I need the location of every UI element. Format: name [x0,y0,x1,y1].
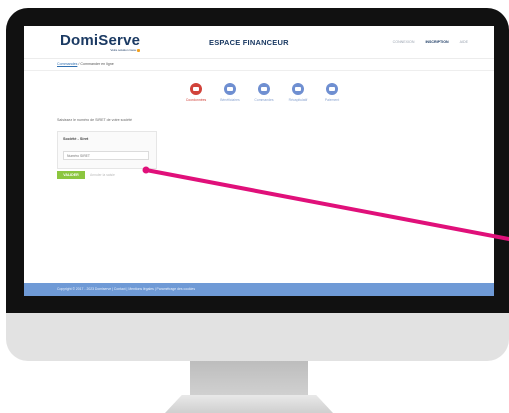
page-title: ESPACE FINANCEUR [209,38,289,47]
monitor-screen: DomiServe Votre solution Cesu ESPACE FIN… [24,26,494,296]
people-icon [224,83,236,95]
top-nav: CONNEXION INSCRIPTION AIDE [383,40,468,44]
cancel-link[interactable]: Annuler la saisie [90,173,115,177]
breadcrumb-home-link[interactable]: Commandes [57,62,77,66]
step-beneficiaires[interactable]: Bénéficiaires [213,83,247,102]
step-recapitulatif[interactable]: Récapitulatif [281,83,315,102]
siret-input[interactable] [63,151,149,160]
siret-field-label: Société - Siret [63,137,89,141]
footer: Copyright © 2017 - 2023 Domiserve | Cont… [24,283,494,296]
nav-connexion[interactable]: CONNEXION [393,40,415,44]
payment-icon [326,83,338,95]
logo-text: DomiServe [60,32,141,49]
step-label: Commandes [254,98,274,102]
valider-button[interactable]: VALIDER [57,171,85,179]
nav-aide[interactable]: AIDE [460,40,468,44]
breadcrumb-current: Commander en ligne [80,62,114,66]
bag-icon [258,83,270,95]
step-label: Récapitulatif [288,98,308,102]
step-coordonnees[interactable]: Coordonnées [179,83,213,102]
monitor-chin [6,313,509,361]
list-icon [292,83,304,95]
step-label: Coordonnées [185,98,207,102]
step-label: Paiement [324,98,340,102]
form-instruction: Saisissez le numéro de SIRET de votre so… [57,118,133,122]
card-icon [190,83,202,95]
logo-mark-icon [137,48,141,52]
nav-inscription[interactable]: INSCRIPTION [425,40,448,44]
step-commandes[interactable]: Commandes [247,83,281,102]
siret-form-box: Société - Siret [57,131,157,169]
top-bar: DomiServe Votre solution Cesu ESPACE FIN… [24,26,494,59]
step-label: Bénéficiaires [220,98,240,102]
logo[interactable]: DomiServe Votre solution Cesu [60,32,141,52]
order-steps: Coordonnées Bénéficiaires Commandes Réca… [179,83,349,109]
breadcrumb: Commandes / Commander en ligne [24,59,494,71]
monitor-stand-neck [190,361,308,395]
footer-text: Copyright © 2017 - 2023 Domiserve | Cont… [57,287,196,291]
step-paiement[interactable]: Paiement [315,83,349,102]
monitor-stand-base [165,395,333,413]
